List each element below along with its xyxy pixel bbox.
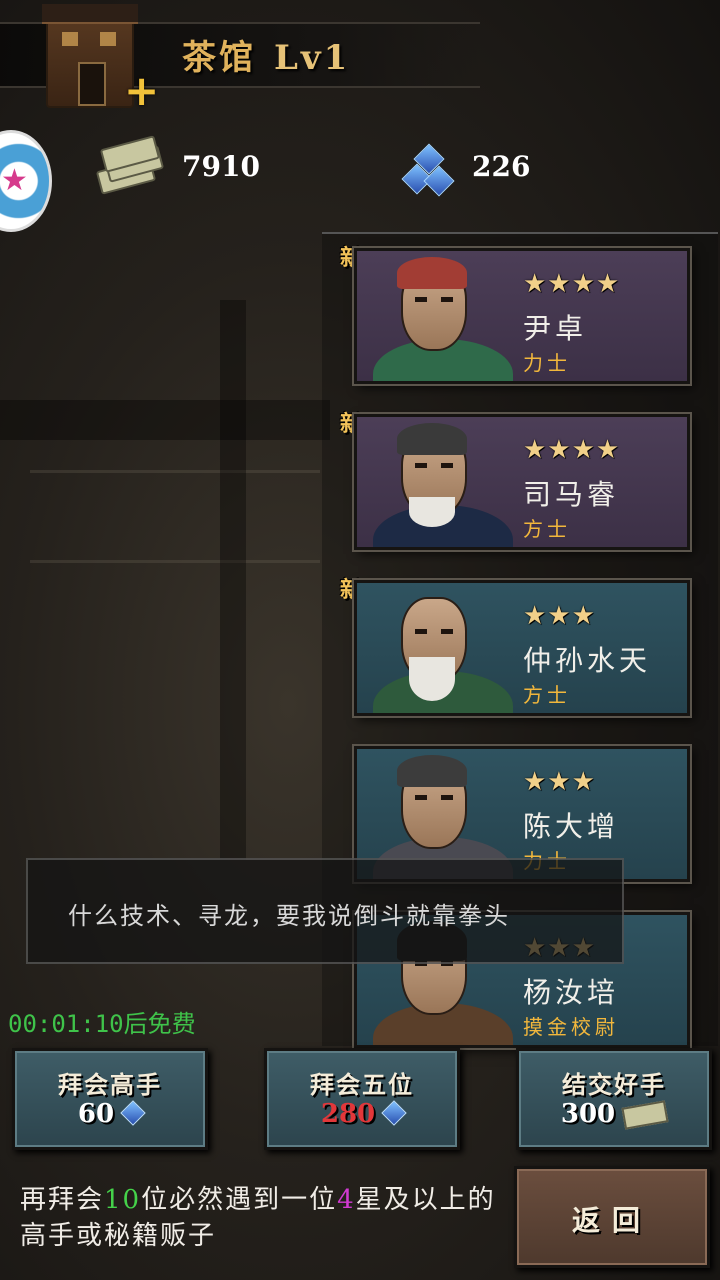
hero-name: 陈大增 [523, 810, 620, 843]
hero-portrait [357, 417, 517, 547]
page-title: 茶馆 Lv1 [182, 30, 350, 79]
back-label: 返回 [571, 1204, 652, 1237]
dialogue-text: 什么技术、寻龙，要我说倒斗就靠拳头 [68, 902, 510, 930]
gem-icon [120, 1100, 146, 1126]
teahouse-building-icon[interactable] [42, 4, 138, 108]
upgrade-plus-icon[interactable]: + [124, 70, 159, 112]
free-timer: 00:01:10后免费 [8, 1010, 196, 1038]
building-level: Lv1 [274, 38, 351, 78]
back-button[interactable]: 返回 [514, 1166, 710, 1268]
hero-stars: ★★★ [523, 601, 596, 631]
money-icon [621, 1100, 669, 1130]
button-cost: 60 [15, 1099, 205, 1129]
hero-name: 仲孙水天 [523, 644, 652, 677]
event-badge-icon[interactable]: ★ [0, 130, 52, 232]
hero-role: 摸金校尉 [523, 1015, 619, 1039]
hero-card-2[interactable]: ★★★★ 司马睿 方士 [354, 414, 690, 550]
hero-card-1[interactable]: ★★★★ 尹卓 力士 [354, 248, 690, 384]
bg-rail [30, 470, 320, 473]
bg-beam [0, 400, 330, 440]
gem-amount: 226 [472, 150, 531, 183]
befriend-button[interactable]: 结交好手 300 [516, 1048, 712, 1150]
bg-beam [220, 300, 246, 860]
button-cost: 280 [267, 1099, 457, 1129]
hero-role: 方士 [523, 517, 571, 541]
button-label: 结交好手 [562, 1070, 666, 1099]
gem-icon [381, 1100, 407, 1126]
button-cost: 300 [519, 1099, 709, 1130]
hero-portrait [357, 583, 517, 713]
money-icon [92, 135, 165, 196]
hero-name: 杨汝培 [523, 976, 620, 1009]
hero-portrait [357, 251, 517, 381]
hero-name: 司马睿 [523, 478, 620, 511]
hero-card-3[interactable]: ★★★ 仲孙水天 方士 [354, 580, 690, 716]
building-name: 茶馆 [182, 38, 256, 78]
hero-stars: ★★★★ [523, 269, 621, 299]
hero-stars: ★★★ [523, 767, 596, 797]
button-label: 拜会高手 [58, 1070, 162, 1099]
money-amount: 7910 [182, 150, 260, 183]
guarantee-hint: 再拜会10位必然遇到一位4星及以上的高手或秘籍贩子 [20, 1185, 496, 1251]
bg-rail [30, 560, 320, 563]
hero-name: 尹卓 [523, 312, 588, 345]
button-label: 拜会五位 [310, 1070, 414, 1099]
hero-role: 方士 [523, 683, 571, 707]
visit-five-button[interactable]: 拜会五位 280 [264, 1048, 460, 1150]
gem-icon [401, 143, 455, 198]
hero-stars: ★★★★ [523, 435, 621, 465]
visit-master-button[interactable]: 拜会高手 60 [12, 1048, 208, 1150]
dialogue-box: 什么技术、寻龙，要我说倒斗就靠拳头 [26, 858, 624, 964]
hero-role: 力士 [523, 351, 571, 375]
